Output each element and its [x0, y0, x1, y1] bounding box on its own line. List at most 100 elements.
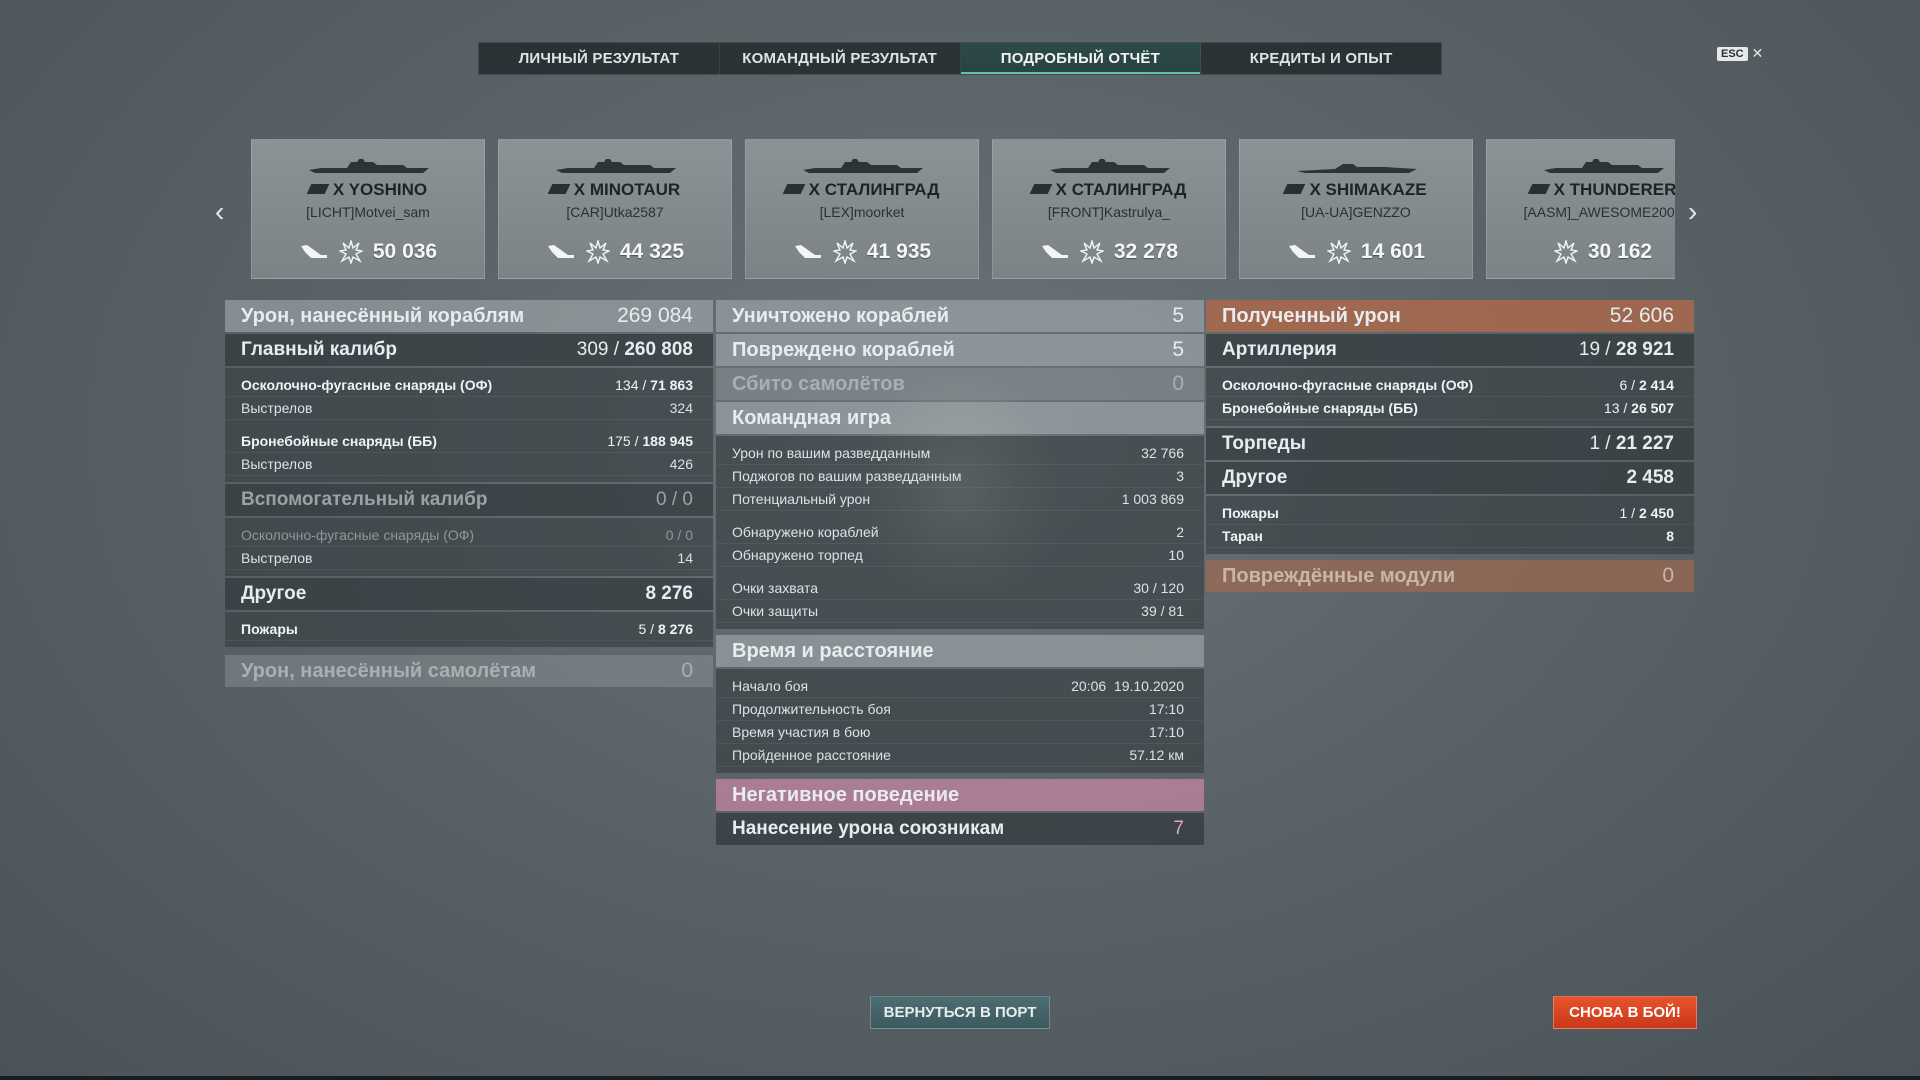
ships-spotted-row: Обнаружено кораблей 2	[716, 521, 1204, 544]
other-damage-row: Другое 8 276	[225, 578, 713, 610]
teamplay-details: Урон по вашим разведданным 32 766 Поджого…	[716, 436, 1204, 629]
ship-card[interactable]: X MINOTAUR [CAR]Utka2587 44 325	[498, 139, 732, 279]
negative-behavior-header: Негативное поведение	[716, 779, 1204, 811]
ships-damaged-header: Повреждено кораблей 5	[716, 334, 1204, 366]
aircraft-icon	[300, 245, 327, 258]
close-icon[interactable]: ✕	[1752, 45, 1764, 62]
planes-shot-header: Сбито самолётов 0	[716, 368, 1204, 400]
ship-name: X YOSHINO	[252, 180, 484, 200]
ship-silhouette-icon	[1544, 159, 1664, 173]
ship-card[interactable]: X YOSHINO [LICHT]Motvei_sam 50 036	[251, 139, 485, 279]
ship-silhouette-icon	[803, 159, 923, 173]
damage-row: 41 935	[746, 240, 978, 264]
tab-credits-xp[interactable]: КРЕДИТЫ И ОПЫТ	[1201, 43, 1441, 74]
main-ap-row: Бронебойные снаряды (ББ) 175 / 188 945	[225, 430, 713, 453]
ship-card[interactable]: X SHIMAKAZE [UA-UA]GENZZO 14 601	[1239, 139, 1473, 279]
ship-name-text: X YOSHINO	[332, 180, 428, 199]
secondary-he-row: Осколочно-фугасные снаряды (ОФ) 0 / 0	[225, 524, 713, 547]
ship-class-icon	[1527, 184, 1550, 194]
ship-class-icon	[1029, 184, 1053, 194]
damage-burst-icon	[832, 240, 857, 264]
artillery-details: Осколочно-фугасные снаряды (ОФ) 6 / 2 414…	[1206, 368, 1694, 426]
received-other-row: Другое 2 458	[1206, 462, 1694, 494]
main-he-row: Осколочно-фугасные снаряды (ОФ) 134 / 71 …	[225, 374, 713, 397]
esc-close[interactable]: ESC ✕	[1717, 45, 1763, 62]
battle-stats-column: Уничтожено кораблей 5 Повреждено кораблей…	[716, 300, 1204, 847]
ship-name-text: X MINOTAUR	[573, 180, 681, 199]
damage-row: 30 162	[1487, 240, 1675, 264]
damage-value: 50 036	[372, 240, 438, 263]
spotting-damage-row: Урон по вашим разведданным 32 766	[716, 442, 1204, 465]
ship-card[interactable]: X THUNDERER [AASM]_AWESOME2000 30 162	[1486, 139, 1675, 279]
ship-card[interactable]: X СТАЛИНГРАД [FRONT]Kastrulya_ 32 278	[992, 139, 1226, 279]
damage-row: 50 036	[252, 240, 484, 264]
damage-value: 30 162	[1587, 240, 1653, 263]
ram-row: Таран 8	[1206, 525, 1694, 548]
damage-received-column: Полученный урон 52 606 Артиллерия 19 / 28 …	[1206, 300, 1694, 594]
ship-name: X SHIMAKAZE	[1240, 180, 1472, 200]
ship-name-text: X СТАЛИНГРАД	[1055, 180, 1187, 199]
team-damage-row: Нанесение урона союзникам 7	[716, 813, 1204, 845]
potential-damage-row: Потенциальный урон 1 003 869	[716, 488, 1204, 511]
spotting-fires-row: Поджогов по вашим разведданным 3	[716, 465, 1204, 488]
tab-personal-result[interactable]: ЛИЧНЫЙ РЕЗУЛЬТАТ	[479, 43, 720, 74]
tab-detailed-report[interactable]: ПОДРОБНЫЙ ОТЧЁТ	[960, 43, 1202, 74]
ship-carousel: X YOSHINO [LICHT]Motvei_sam 50 036 X MIN…	[251, 139, 1675, 279]
capture-points-row: Очки захвата 30 / 120	[716, 577, 1204, 600]
battle-duration-row: Продолжительность боя 17:10	[716, 698, 1204, 721]
ship-card[interactable]: X СТАЛИНГРАД [LEX]moorket 41 935	[745, 139, 979, 279]
other-details: Пожары 5 / 8 276	[225, 612, 713, 647]
ship-name-text: X THUNDERER	[1553, 180, 1675, 199]
ship-class-icon	[1283, 184, 1306, 194]
player-name: [LEX]moorket	[819, 204, 905, 220]
player-name: [LICHT]Motvei_sam	[306, 204, 430, 220]
bottom-strip	[0, 1076, 1920, 1080]
main-he-shots-row: Выстрелов 324	[225, 397, 713, 420]
received-ap-row: Бронебойные снаряды (ББ) 13 / 26 507	[1206, 397, 1694, 420]
damage-row: 14 601	[1240, 240, 1472, 264]
main-ap-shots-row: Выстрелов 426	[225, 453, 713, 476]
ship-silhouette-icon	[1050, 159, 1170, 173]
damage-value: 14 601	[1360, 240, 1426, 263]
ship-silhouette-icon	[556, 159, 676, 173]
participation-time-row: Время участия в бою 17:10	[716, 721, 1204, 744]
ship-silhouette-icon	[1297, 164, 1417, 173]
torpedoes-spotted-row: Обнаружено торпед 10	[716, 544, 1204, 567]
tab-team-result[interactable]: КОМАНДНЫЙ РЕЗУЛЬТАТ	[720, 43, 961, 74]
damaged-modules-header: Повреждённые модули 0	[1206, 560, 1694, 592]
ship-damage-header: Урон, нанесённый кораблям 269 084	[225, 300, 713, 332]
ship-class-icon	[547, 184, 571, 194]
damage-value: 41 935	[866, 240, 932, 263]
ships-destroyed-header: Уничтожено кораблей 5	[716, 300, 1204, 332]
battle-start-row: Начало боя 20:06 19.10.2020	[716, 675, 1204, 698]
time-distance-details: Начало боя 20:06 19.10.2020 Продолжительн…	[716, 669, 1204, 773]
aircraft-icon	[547, 245, 574, 258]
carousel-prev-button[interactable]: ‹	[215, 196, 224, 228]
player-name: [CAR]Utka2587	[566, 204, 664, 220]
return-to-port-button[interactable]: ВЕРНУТЬСЯ В ПОРТ	[870, 996, 1050, 1029]
damage-burst-icon	[1079, 240, 1104, 264]
tab-bar: ЛИЧНЫЙ РЕЗУЛЬТАТ КОМАНДНЫЙ РЕЗУЛЬТАТ ПОД…	[478, 42, 1442, 75]
esc-key-icon: ESC	[1717, 46, 1748, 61]
damage-received-header: Полученный урон 52 606	[1206, 300, 1694, 332]
damage-row: 32 278	[993, 240, 1225, 264]
ship-name-text: X СТАЛИНГРАД	[808, 180, 940, 199]
carousel-next-button[interactable]: ›	[1688, 196, 1697, 228]
ship-class-icon	[782, 184, 806, 194]
damage-burst-icon	[1326, 240, 1351, 264]
player-name: [FRONT]Kastrulya_	[1047, 204, 1171, 220]
ship-name-text: X SHIMAKAZE	[1309, 180, 1427, 199]
damage-burst-icon	[338, 240, 363, 264]
main-battery-details: Осколочно-фугасные снаряды (ОФ) 134 / 71 …	[225, 368, 713, 482]
damage-value: 32 278	[1113, 240, 1179, 263]
battle-again-button[interactable]: СНОВА В БОЙ!	[1553, 996, 1697, 1029]
distance-row: Пройденное расстояние 57.12 км	[716, 744, 1204, 767]
secondary-details: Осколочно-фугасные снаряды (ОФ) 0 / 0 Выс…	[225, 518, 713, 576]
received-other-details: Пожары 1 / 2 450 Таран 8	[1206, 496, 1694, 554]
plane-damage-header: Урон, нанесённый самолётам 0	[225, 655, 713, 687]
artillery-row: Артиллерия 19 / 28 921	[1206, 334, 1694, 366]
ship-name: X СТАЛИНГРАД	[993, 180, 1225, 200]
ship-silhouette-icon	[309, 159, 429, 173]
torpedoes-row: Торпеды 1 / 21 227	[1206, 428, 1694, 460]
fires-row: Пожары 5 / 8 276	[225, 618, 713, 641]
